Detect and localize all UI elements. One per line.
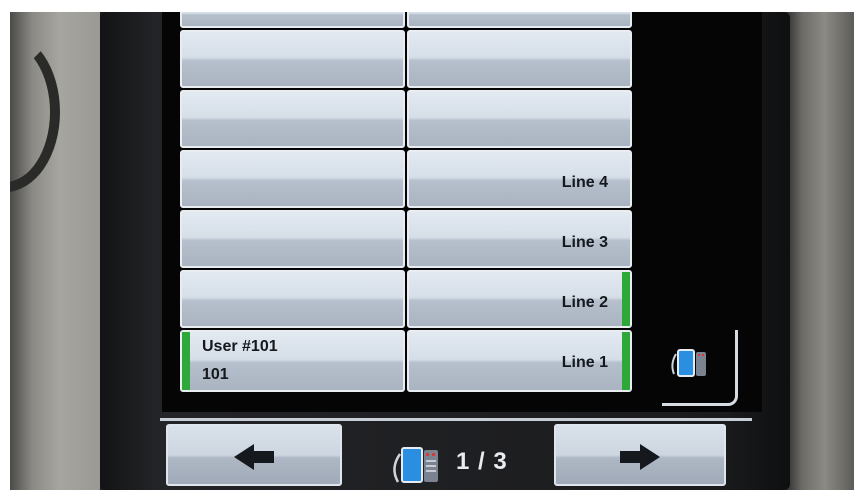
wall-mount-arc bbox=[10, 32, 60, 192]
photo-frame: User #101 101 Line 4 Line 3 Line 2 Line … bbox=[10, 12, 854, 490]
left-key-5[interactable] bbox=[180, 210, 405, 268]
line-4-label: Line 4 bbox=[561, 174, 608, 191]
left-key-1[interactable] bbox=[180, 12, 405, 28]
line-2-label: Line 2 bbox=[561, 294, 608, 311]
left-key-4[interactable] bbox=[180, 150, 405, 208]
page-number: 1 / 3 bbox=[456, 448, 508, 475]
right-key-1[interactable] bbox=[407, 12, 632, 28]
arrow-right-icon bbox=[620, 444, 660, 470]
right-key-2[interactable] bbox=[407, 30, 632, 88]
user-active-indicator bbox=[182, 332, 190, 390]
next-page-button[interactable] bbox=[554, 424, 726, 486]
line-2-active-indicator bbox=[622, 272, 630, 326]
handset-button[interactable] bbox=[662, 330, 738, 406]
line-1-label: Line 1 bbox=[561, 354, 608, 371]
line-4-key[interactable]: Line 4 bbox=[407, 150, 632, 208]
line-3-label: Line 3 bbox=[561, 234, 608, 251]
left-key-2[interactable] bbox=[180, 30, 405, 88]
previous-page-button[interactable] bbox=[166, 424, 342, 486]
softkey-divider bbox=[160, 418, 752, 421]
left-key-3[interactable] bbox=[180, 90, 405, 148]
line-key-grid: User #101 101 Line 4 Line 3 Line 2 Line … bbox=[180, 12, 644, 404]
wall-right bbox=[780, 12, 854, 490]
left-key-6[interactable] bbox=[180, 270, 405, 328]
handset-status-icon bbox=[671, 349, 706, 377]
arrow-left-icon bbox=[234, 444, 274, 470]
user-extension: 101 bbox=[202, 366, 229, 383]
user-name: User #101 bbox=[202, 338, 278, 355]
user-line-key[interactable]: User #101 101 bbox=[180, 330, 405, 392]
desk-phone-icon bbox=[393, 447, 438, 483]
line-1-active-indicator bbox=[622, 332, 630, 390]
line-3-key[interactable]: Line 3 bbox=[407, 210, 632, 268]
right-key-3[interactable] bbox=[407, 90, 632, 148]
page-indicator: 1 / 3 bbox=[388, 440, 538, 490]
line-1-key[interactable]: Line 1 bbox=[407, 330, 632, 392]
wall-left bbox=[10, 12, 100, 490]
line-2-key[interactable]: Line 2 bbox=[407, 270, 632, 328]
